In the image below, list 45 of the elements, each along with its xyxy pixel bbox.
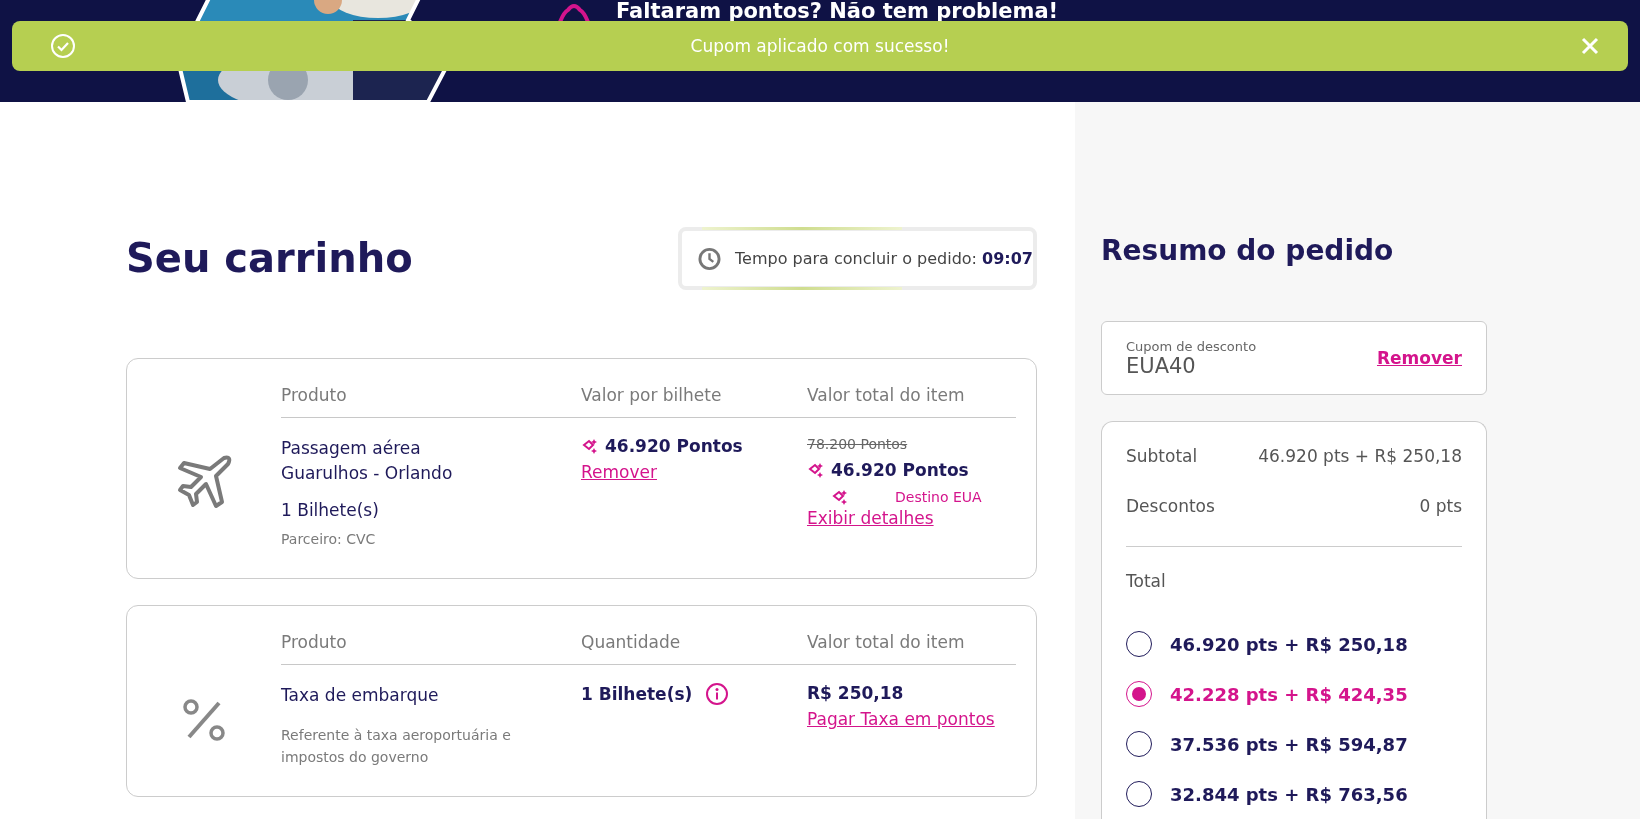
discounts-label: Descontos xyxy=(1126,496,1215,516)
timer-text: Tempo para concluir o pedido: 09:07 xyxy=(735,249,1033,268)
points-icon xyxy=(831,488,849,506)
remove-link[interactable]: Remover xyxy=(581,462,657,482)
payment-option[interactable]: 42.228 pts + R$ 424,35 xyxy=(1170,683,1408,705)
payment-option[interactable]: 46.920 pts + R$ 250,18 xyxy=(1170,633,1408,655)
points-icon xyxy=(581,437,599,455)
check-circle-icon xyxy=(50,33,76,59)
fee-total: R$ 250,18 xyxy=(807,683,904,703)
toast-message: Cupom aplicado com sucesso! xyxy=(690,36,950,56)
subtotal-value: 46.920 pts + R$ 250,18 xyxy=(1258,446,1462,466)
product-note: Parceiro: CVC xyxy=(281,530,376,549)
product-name: Passagem aérea Guarulhos - Orlando xyxy=(281,437,453,485)
old-price: 78.200 Pontos xyxy=(807,436,908,452)
page-title: Seu carrinho xyxy=(126,235,413,281)
column-header: Valor total do item xyxy=(807,632,966,654)
payment-option[interactable]: 32.844 pts + R$ 763,56 xyxy=(1170,783,1408,805)
column-header: Produto xyxy=(281,385,348,407)
remove-coupon-link[interactable]: Remover xyxy=(1377,348,1462,368)
coupon-code: EUA40 xyxy=(1126,353,1197,378)
column-header: Valor total do item xyxy=(807,385,966,407)
pay-with-points-link[interactable]: Pagar Taxa em pontos xyxy=(807,709,995,729)
column-header: Valor por bilhete xyxy=(581,385,723,407)
percent-icon xyxy=(181,697,227,743)
column-header: Produto xyxy=(281,632,348,654)
coupon-field[interactable]: Cupom de desconto EUA40 Remover xyxy=(1101,321,1487,395)
column-header: Quantidade xyxy=(581,632,682,654)
payment-option[interactable]: 37.536 pts + R$ 594,87 xyxy=(1170,733,1408,755)
clock-icon xyxy=(698,246,721,271)
unit-points: 46.920 Pontos xyxy=(581,436,743,456)
product-note: Referente à taxa aeroportuária e impostos do governo xyxy=(281,726,512,767)
details-link[interactable]: Exibir detalhes xyxy=(807,508,934,528)
summary-title: Resumo do pedido xyxy=(1101,234,1395,267)
info-icon[interactable] xyxy=(706,683,729,705)
promo-title: Faltaram pontos? Não tem problema! xyxy=(616,0,1059,22)
total-points: 46.920 Pontos xyxy=(807,460,969,480)
promo-tag: Destino EUA xyxy=(895,489,982,505)
points-icon xyxy=(807,461,825,479)
coupon-label: Cupom de desconto xyxy=(1126,338,1257,354)
ticket-quantity: 1 Bilhete(s) xyxy=(281,500,379,520)
discounts-value: 0 pts xyxy=(1419,496,1462,516)
total-label: Total xyxy=(1126,571,1167,591)
subtotal-label: Subtotal xyxy=(1126,446,1198,466)
fee-quantity: 1 Bilhete(s) xyxy=(581,684,693,704)
product-name: Taxa de embarque xyxy=(281,684,439,707)
